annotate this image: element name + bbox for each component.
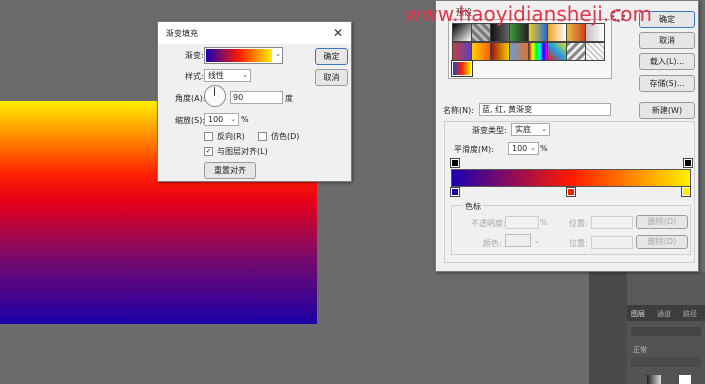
align-checkbox[interactable]: ✓ <box>204 147 213 156</box>
gradient-swatch <box>206 49 272 62</box>
color-label: 颜色: <box>483 239 502 248</box>
color-stop-yellow[interactable] <box>681 186 691 197</box>
smoothness-value: 100 <box>512 144 528 153</box>
dither-checkbox[interactable] <box>258 132 267 141</box>
angle-label: 角度(A): <box>175 94 206 103</box>
panel-tabbar: 图层 通道 路径 <box>627 305 705 321</box>
reverse-checkbox[interactable] <box>204 132 213 141</box>
angle-needle <box>214 87 215 96</box>
tab-channels[interactable]: 通道 <box>657 309 671 319</box>
layer-thumbnail[interactable] <box>647 375 661 384</box>
gradient-type-value: 实底 <box>515 125 531 134</box>
opacity-location-label: 位置: <box>569 219 588 228</box>
close-icon[interactable]: ✕ <box>333 26 343 40</box>
preset-swatch[interactable] <box>528 42 548 61</box>
delete-color-stop-button[interactable]: 删除(D) <box>636 235 688 249</box>
cancel-button[interactable]: 取消 <box>315 69 348 86</box>
opacity-location-input[interactable] <box>591 216 633 229</box>
preset-swatch-selected[interactable] <box>451 60 473 77</box>
preset-swatch[interactable] <box>509 42 529 61</box>
opacity-input[interactable] <box>505 216 539 229</box>
preset-swatch[interactable] <box>547 42 567 61</box>
align-label: 与图层对齐(L) <box>217 147 268 156</box>
scale-label: 缩放(S): <box>175 116 206 125</box>
editor-cancel-button[interactable]: 取消 <box>639 32 695 49</box>
lock-row <box>631 357 701 367</box>
gradient-editor-dialog: 预设 确定 取消 载入(L)... 存储(S)... 名称(N): 蓝, 红, … <box>435 0 699 272</box>
layers-panel: 图层 通道 路径 正常 <box>627 305 705 384</box>
side-panel-strip <box>589 272 627 384</box>
preset-swatch[interactable] <box>566 42 586 61</box>
chevron-down-icon: ⌄ <box>530 144 536 152</box>
dither-label: 仿色(D) <box>271 132 300 141</box>
style-select[interactable]: 线性 ⌄ <box>204 69 251 82</box>
angle-input[interactable]: 90 <box>230 91 283 104</box>
panel-area-upper <box>627 272 705 305</box>
chevron-down-icon: ⌄ <box>275 50 281 58</box>
color-swatch[interactable] <box>505 234 531 247</box>
gradient-fill-dialog: 渐变填充 ✕ 渐变: ⌄ 确定 取消 样式: 线性 ⌄ 角度(A): 90 度 … <box>157 21 352 182</box>
chevron-down-icon: ⌄ <box>230 115 236 123</box>
chevron-down-icon: ⌄ <box>534 237 540 245</box>
layer-mask-thumbnail[interactable] <box>679 375 691 384</box>
color-location-input[interactable] <box>591 236 633 249</box>
preset-swatch[interactable] <box>471 42 491 61</box>
preset-swatch[interactable] <box>585 42 605 61</box>
blend-mode-select[interactable]: 正常 <box>633 345 647 355</box>
color-location-label: 位置: <box>569 239 588 248</box>
scale-input[interactable]: 100 ⌄ <box>204 113 239 126</box>
chevron-down-icon: ⌄ <box>541 125 547 133</box>
angle-unit: 度 <box>285 94 293 103</box>
new-button[interactable]: 新建(W) <box>639 102 695 119</box>
opacity-percent: % <box>540 218 548 227</box>
color-stop-blue[interactable] <box>450 187 460 197</box>
color-stop-red[interactable] <box>566 187 576 197</box>
opacity-stop-right[interactable] <box>683 158 693 168</box>
gradient-label: 渐变: <box>185 51 204 60</box>
stops-group-label: 色标 <box>463 201 483 212</box>
dialog-title: 渐变填充 <box>166 28 198 38</box>
opacity-label: 不透明度: <box>471 219 506 228</box>
tab-paths[interactable]: 路径 <box>683 309 697 319</box>
gradient-type-select[interactable]: 实底 ⌄ <box>511 123 550 136</box>
style-label: 样式: <box>185 72 204 81</box>
name-label: 名称(N): <box>443 106 474 115</box>
gradient-type-label: 渐变类型: <box>472 126 507 135</box>
load-button[interactable]: 载入(L)... <box>639 53 695 70</box>
angle-dial[interactable] <box>204 85 226 107</box>
delete-opacity-stop-button[interactable]: 删除(D) <box>636 215 688 229</box>
presets-grid <box>448 19 612 79</box>
dialog-titlebar: 渐变填充 ✕ <box>158 22 351 44</box>
search-input[interactable] <box>631 327 701 336</box>
gradient-bar[interactable] <box>451 169 691 187</box>
smoothness-input[interactable]: 100 ⌄ <box>508 142 539 155</box>
save-button[interactable]: 存储(S)... <box>639 75 695 92</box>
reverse-label: 反向(R) <box>217 132 245 141</box>
style-value: 线性 <box>208 71 224 80</box>
gradient-picker[interactable]: ⌄ <box>204 47 283 64</box>
preset-swatch[interactable] <box>490 42 510 61</box>
tab-layers[interactable]: 图层 <box>631 309 645 319</box>
preset-swatch[interactable] <box>452 42 472 61</box>
ok-button[interactable]: 确定 <box>315 48 348 65</box>
name-input[interactable]: 蓝, 红, 黄渐变 <box>479 103 611 116</box>
scale-value: 100 <box>208 115 224 124</box>
scale-unit: % <box>241 115 249 124</box>
chevron-down-icon: ⌄ <box>242 71 248 79</box>
reset-align-button[interactable]: 重置对齐 <box>204 162 256 179</box>
opacity-stop-left[interactable] <box>450 158 460 168</box>
smoothness-label: 平滑度(M): <box>454 145 494 154</box>
smoothness-unit: % <box>540 144 548 153</box>
watermark-text: www.haoyidiansheji.com <box>405 2 652 26</box>
